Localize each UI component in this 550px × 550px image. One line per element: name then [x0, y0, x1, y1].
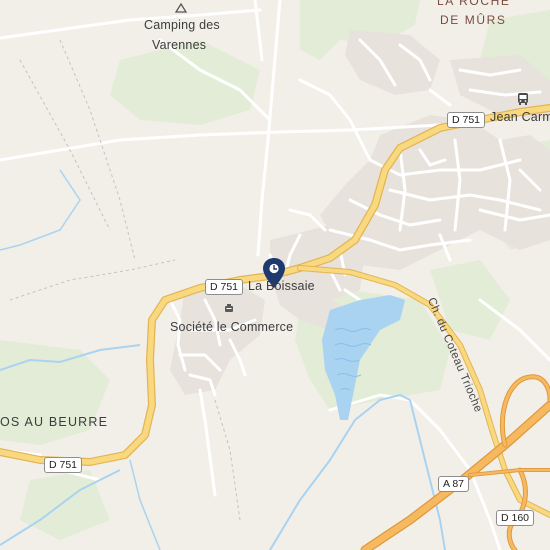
label-roche-line1[interactable]: LA ROCHE [437, 0, 511, 8]
road-shield-d751-west[interactable]: D 751 [44, 457, 83, 473]
label-roche-line2[interactable]: DE MÛRS [440, 13, 507, 27]
label-camping-line2[interactable]: Varennes [152, 38, 206, 52]
road-shield-d751-east[interactable]: D 751 [447, 112, 486, 128]
road-shield-d751-center[interactable]: D 751 [205, 279, 244, 295]
road-shield-d160[interactable]: D 160 [496, 510, 535, 526]
restaurant-icon[interactable] [223, 303, 235, 315]
label-os-au-beurre[interactable]: OS AU BEURRE [0, 415, 108, 429]
campground-icon[interactable] [175, 3, 187, 13]
label-societe-le-commerce[interactable]: Société le Commerce [170, 320, 293, 334]
map-canvas[interactable]: Camping des Varennes LA ROCHE DE MÛRS Je… [0, 0, 550, 550]
road-shield-a87[interactable]: A 87 [438, 476, 470, 492]
label-camping-line1[interactable]: Camping des [144, 18, 220, 32]
bus-stop-icon[interactable] [516, 92, 530, 106]
label-la-boissaie[interactable]: La Boissaie [248, 279, 315, 293]
label-jean-carmet[interactable]: Jean Carme [490, 110, 550, 124]
